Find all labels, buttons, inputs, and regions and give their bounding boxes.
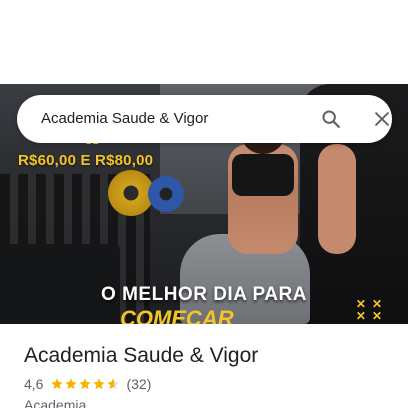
slogan-cut-text: COMEÇAR (120, 306, 234, 324)
search-icon (322, 110, 340, 128)
star-icon (107, 378, 120, 390)
price-text: R$60,00 E R$80,00 (18, 152, 154, 169)
search-bar[interactable]: Academia Saude & Vigor (17, 95, 392, 143)
athlete-top (232, 154, 294, 196)
review-count[interactable]: (32) (126, 376, 151, 392)
rating-row[interactable]: 4,6 (32) (24, 376, 151, 392)
star-icon (51, 378, 64, 390)
search-button[interactable] (319, 107, 343, 131)
blue-plate (148, 176, 184, 212)
close-icon (375, 112, 389, 126)
rating-stars (50, 377, 120, 391)
place-info-panel: Academia Saude & Vigor 4,6 (32) Academia (0, 324, 408, 408)
slogan-text: O MELHOR DIA PARA (101, 284, 307, 305)
decorative-x-marks: ✕✕ ✕✕ (355, 297, 388, 323)
trainer-arm (318, 144, 356, 254)
rating-value: 4,6 (24, 376, 44, 392)
clear-search-button[interactable] (370, 107, 394, 131)
star-icon (65, 378, 78, 390)
place-category[interactable]: Academia (24, 397, 86, 408)
star-icon (93, 378, 106, 390)
top-blank-area (0, 0, 408, 84)
place-name: Academia Saude & Vigor (24, 344, 259, 367)
search-input[interactable]: Academia Saude & Vigor (41, 110, 208, 127)
star-icon (79, 378, 92, 390)
